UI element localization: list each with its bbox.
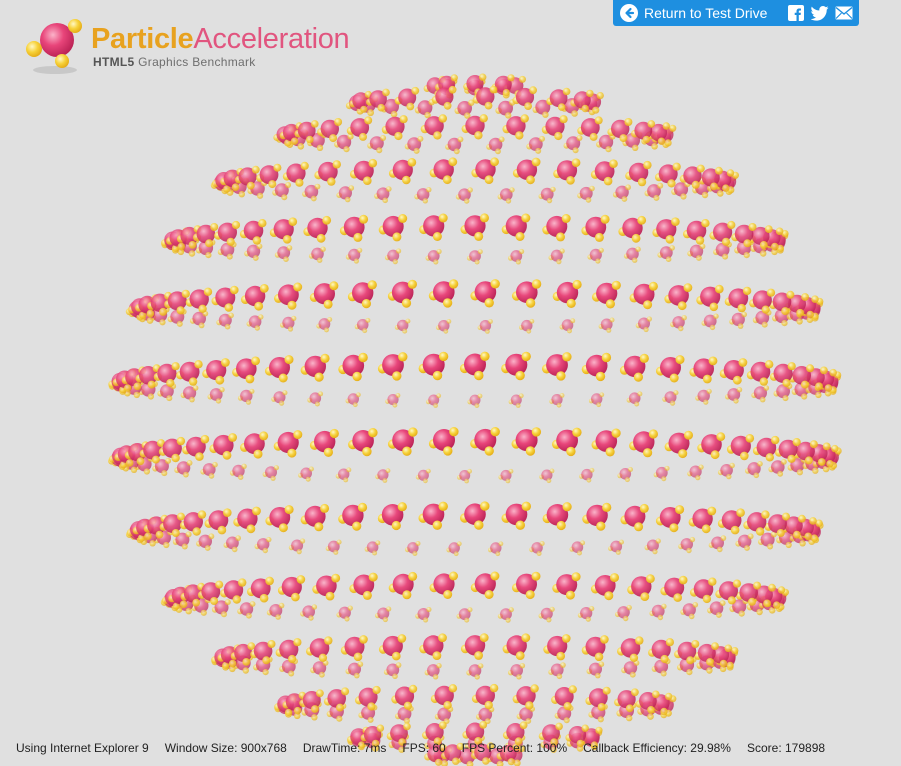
app-logo: ParticleAcceleration HTML5 Graphics Benc… [22,18,402,78]
app-title: ParticleAcceleration [91,22,350,56]
app-subtitle-bold: HTML5 [93,55,135,69]
facebook-icon[interactable] [786,4,805,22]
status-window-size: Window Size: 900x768 [164,741,287,755]
back-arrow-icon [620,4,638,22]
status-draw-time: DrawTime: 7ms [302,741,387,755]
particle-sphere [108,73,842,766]
email-icon[interactable] [834,4,853,22]
app-title-word2: Acceleration [193,23,350,55]
molecule-logo-icon [26,19,82,74]
status-fps-percent: FPS Percent: 100% [461,741,568,755]
app-subtitle: HTML5 Graphics Benchmark [93,55,256,69]
status-callback-efficiency: Callback Efficiency: 29.98% [583,741,731,755]
return-to-test-drive-label: Return to Test Drive [644,5,768,21]
status-fps: FPS: 60 [402,741,446,755]
status-browser: Using Internet Explorer 9 [16,741,149,755]
twitter-icon[interactable] [810,4,829,22]
app-subtitle-rest: Graphics Benchmark [138,55,256,69]
test-drive-bar: Return to Test Drive [613,0,859,26]
app-title-word1: Particle [91,23,194,55]
return-to-test-drive-button[interactable]: Return to Test Drive [613,0,767,26]
status-score: Score: 179898 [746,741,826,755]
benchmark-stage: ParticleAcceleration HTML5 Graphics Benc… [0,0,901,766]
social-links [786,4,853,22]
benchmark-status-bar: Using Internet Explorer 9 Window Size: 9… [16,741,841,755]
